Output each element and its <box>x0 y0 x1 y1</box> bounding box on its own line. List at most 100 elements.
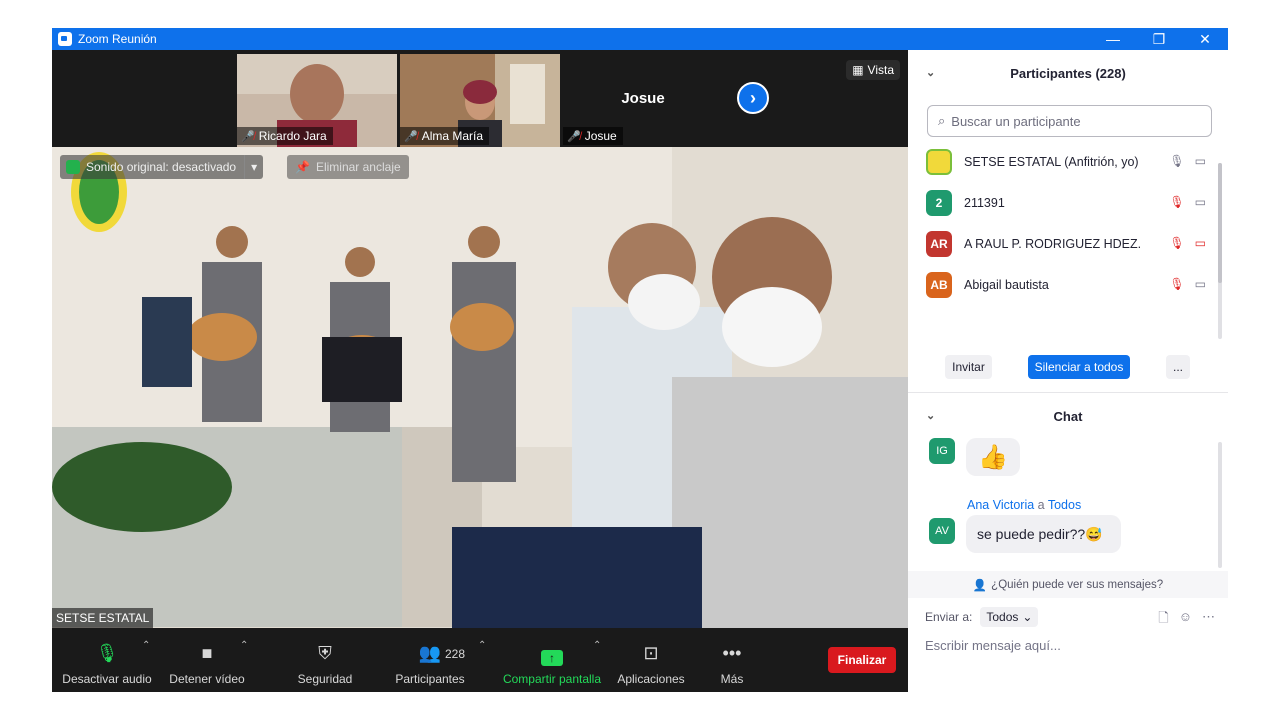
participant-search-input[interactable]: ⌕ Buscar un participante <box>927 105 1212 137</box>
name-tag: 🎤̸ Josue <box>563 127 623 145</box>
message-bubble: se puede pedir??😅 <box>966 515 1121 553</box>
participants-options-caret[interactable]: ⌃ <box>478 640 486 651</box>
name-tag: 🎤̸ Alma María <box>400 127 490 145</box>
chat-message-input[interactable]: Escribir mensaje aquí... <box>925 638 1215 658</box>
share-options-caret[interactable]: ⌃ <box>593 640 601 651</box>
ellipsis-icon[interactable]: ⋯ <box>1202 609 1215 631</box>
video-label: Detener vídeo <box>169 672 245 686</box>
microphone-icon: 🎙 <box>1169 154 1185 168</box>
collapse-chevron-icon[interactable]: ⌄ <box>926 66 935 79</box>
minimize-button[interactable]: — <box>1090 28 1136 50</box>
camera-icon: ▭ <box>1194 277 1206 291</box>
end-meeting-button[interactable]: Finalizar <box>828 647 896 673</box>
more-button[interactable]: ••• Más <box>712 628 752 692</box>
participants-header: ⌄ Participantes (228) <box>908 50 1228 96</box>
emoji-icon[interactable]: ☺ <box>1179 609 1192 631</box>
file-icon[interactable]: 🗋 <box>1158 609 1168 631</box>
speaker-video-image <box>52 147 908 628</box>
mute-audio-button[interactable]: 🎙 Desactivar audio <box>62 628 152 692</box>
participant-center-name: Josue <box>621 90 665 107</box>
main-video: Sonido original: desactivado ▾ 📌 Elimina… <box>52 147 908 628</box>
participant-row[interactable]: AR A RAUL P. RODRIGUEZ HDEZ. 🎙 ▭ <box>908 223 1218 264</box>
invite-button[interactable]: Invitar <box>945 355 992 379</box>
message-privacy-link[interactable]: 👤 ¿Quién puede ver sus mensajes? <box>908 571 1228 598</box>
collapse-chevron-icon[interactable]: ⌄ <box>926 409 935 422</box>
security-label: Seguridad <box>297 672 353 686</box>
chevron-down-icon[interactable]: ▾ <box>244 155 263 179</box>
avatar: AR <box>926 230 952 257</box>
muted-mic-icon: 🎤̸ <box>567 130 581 143</box>
share-screen-icon: ↑ <box>541 650 563 666</box>
chat-title: Chat <box>1053 408 1083 424</box>
participant-name: Josue <box>584 129 617 143</box>
video-tile-ricardo[interactable]: 🎤̸ Ricardo Jara <box>237 54 397 147</box>
send-to-select[interactable]: Todos ⌄ <box>980 607 1039 627</box>
original-sound-label: Sonido original: desactivado <box>86 160 237 174</box>
avatar: IG <box>929 438 955 464</box>
search-placeholder: Buscar un participante <box>951 113 1081 129</box>
share-screen-button[interactable]: ↑ Compartir pantalla <box>500 628 604 692</box>
original-sound-toggle[interactable]: Sonido original: desactivado ▾ <box>60 155 264 179</box>
microphone-icon: 🎙 <box>95 642 119 663</box>
participant-row[interactable]: SETSE ESTATAL (Anfitrión, yo) 🎙 ▭ <box>908 141 1218 182</box>
search-icon: ⌕ <box>938 113 946 128</box>
mute-all-button[interactable]: Silenciar a todos <box>1028 355 1130 379</box>
next-page-button[interactable]: › <box>737 82 769 114</box>
participant-name: 211391 <box>964 195 1005 210</box>
chat-tools: 🗋 ☺ ⋯ <box>1158 609 1215 631</box>
meeting-toolbar: 🎙 Desactivar audio ⌃ ■ Detener vídeo ⌃ ⛨… <box>52 628 908 692</box>
participant-scroll-thumb[interactable] <box>1218 163 1222 283</box>
camera-icon: ■ <box>201 642 213 663</box>
shield-icon: ⛨ <box>318 642 332 663</box>
avatar: AV <box>929 518 955 544</box>
stop-video-button[interactable]: ■ Detener vídeo <box>167 628 247 692</box>
speaker-name-tag: SETSE ESTATAL <box>52 608 154 628</box>
video-options-caret[interactable]: ⌃ <box>240 640 248 651</box>
camera-off-icon: ▭ <box>1194 236 1206 250</box>
participant-row[interactable]: AB Abigail bautista 🎙 ▭ <box>908 264 1218 305</box>
participants-count: 228 <box>445 647 466 661</box>
participant-name: Ricardo Jara <box>258 129 327 143</box>
audio-options-caret[interactable]: ⌃ <box>142 640 150 651</box>
window-title: Zoom Reunión <box>78 32 157 46</box>
close-button[interactable]: ✕ <box>1182 28 1228 50</box>
avatar: AB <box>926 271 952 298</box>
participant-name: A RAUL P. RODRIGUEZ HDEZ. <box>964 236 1142 251</box>
more-label: Más <box>720 672 744 686</box>
send-to-value: Todos <box>986 610 1019 624</box>
send-to-label: Enviar a: <box>925 610 973 624</box>
chat-header: ⌄ Chat <box>908 393 1228 439</box>
more-options-button[interactable]: ... <box>1166 355 1190 379</box>
video-tile-alma[interactable]: 🎤̸ Alma María <box>400 54 560 147</box>
unpin-button[interactable]: 📌 Eliminar anclaje <box>287 155 409 179</box>
people-icon: 👥 <box>418 642 442 663</box>
recipient-name[interactable]: Todos <box>1048 498 1081 512</box>
chevron-down-icon: ⌄ <box>1022 610 1033 624</box>
ellipsis-icon: ••• <box>722 642 742 663</box>
participants-title: Participantes (228) <box>1010 65 1126 81</box>
participant-name: SETSE ESTATAL (Anfitrión, yo) <box>964 154 1139 169</box>
share-label: Compartir pantalla <box>502 672 602 686</box>
row-icons: 🎙 ▭ <box>1169 277 1206 291</box>
row-icons: 🎙 ▭ <box>1169 154 1206 168</box>
shield-check-icon <box>66 160 80 174</box>
side-panel: ⌄ Participantes (228) ⌕ Buscar un partic… <box>908 50 1228 692</box>
muted-mic-icon: 🎙 <box>1169 236 1185 250</box>
pin-icon: 📌 <box>295 160 310 174</box>
view-button[interactable]: ▦ Vista <box>846 60 900 80</box>
security-button[interactable]: ⛨ Seguridad <box>290 628 360 692</box>
muted-mic-icon: 🎙 <box>1169 277 1185 291</box>
muted-mic-icon: 🎤̸ <box>404 130 418 143</box>
video-tile-josue[interactable]: Josue 🎤̸ Josue <box>563 54 723 147</box>
chat-scrollbar[interactable] <box>1218 442 1222 568</box>
apps-button[interactable]: ⊡ Aplicaciones <box>612 628 690 692</box>
privacy-label: ¿Quién puede ver sus mensajes? <box>991 578 1164 591</box>
zoom-window: Zoom Reunión — ❐ ✕ 🎤̸ Ricardo Jara 🎤̸ Al… <box>52 28 1228 692</box>
video-strip: 🎤̸ Ricardo Jara 🎤̸ Alma María Josue 🎤̸ J… <box>52 50 908 147</box>
participant-row[interactable]: 2 211391 🎙 ▭ <box>908 182 1218 223</box>
sender-name[interactable]: Ana Victoria <box>967 498 1034 512</box>
view-label: Vista <box>867 63 894 77</box>
row-icons: 🎙 ▭ <box>1169 236 1206 250</box>
restore-button[interactable]: ❐ <box>1136 28 1182 50</box>
person-lock-icon: 👤 <box>972 579 988 592</box>
